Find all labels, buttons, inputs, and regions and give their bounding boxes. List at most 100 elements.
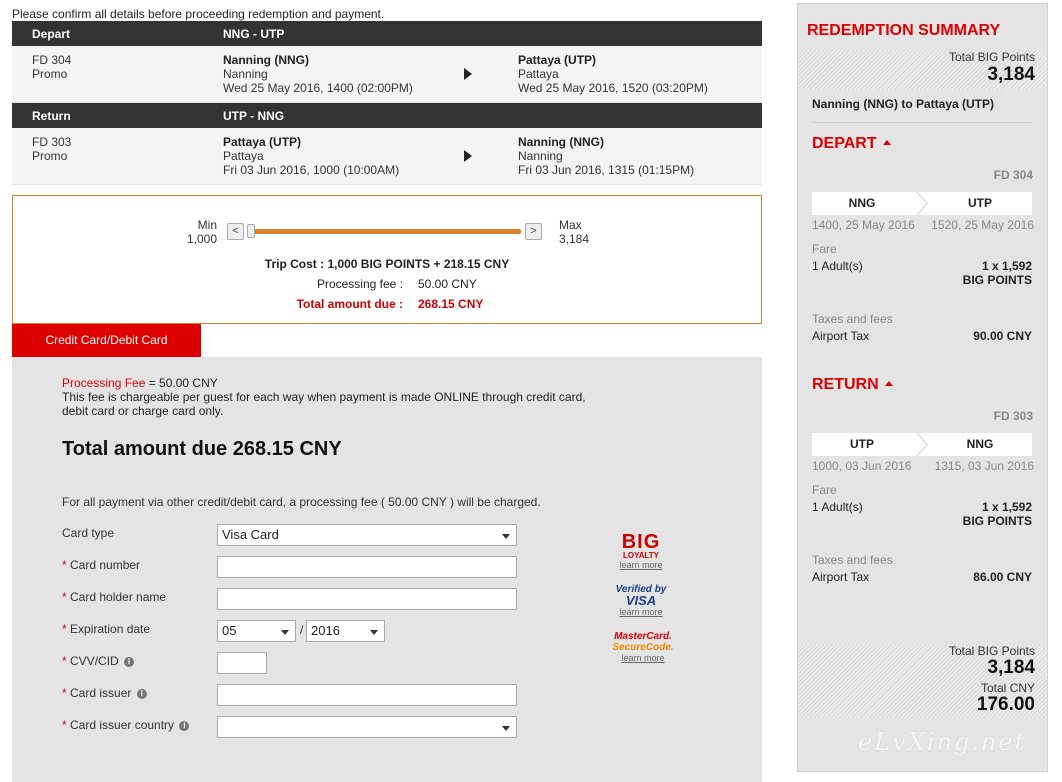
trip-cost: Trip Cost : 1,000 BIG POINTS + 218.15 CN… [264,257,510,271]
return-origin: Pattaya (UTP) Pattaya Fri 03 Jun 2016, 1… [223,135,399,177]
return-origin-code: Pattaya (UTP) [223,135,302,149]
divider [812,122,1032,123]
return-origin-city: Pattaya [223,149,264,163]
slider-min-value: 1,000 [186,232,217,246]
expiry-year-value: 2016 [311,623,340,638]
points-slider-track[interactable] [249,229,521,234]
chevron-down-icon [502,726,510,731]
depart-destination-code: Pattaya (UTP) [518,53,597,67]
processing-fee-title: Processing Fee [62,376,146,390]
summary-totals-box: Total BIG Points 3,184 Total CNY 176.00 [798,644,1047,718]
big-logo-text: BIG [621,531,661,553]
depart-route: NNG - UTP [223,27,285,41]
summary-return-toggle[interactable]: RETURN [812,376,893,394]
summary-depart-adult-label: 1 Adult(s) [812,259,863,273]
cvv-input[interactable] [217,652,267,674]
loyalty-logo-text: LOYALTY [622,551,659,560]
depart-origin-city: Nanning [223,67,268,81]
required-mark: * [62,622,67,636]
redemption-summary: REDEMPTION SUMMARY Total BIG Points 3,18… [797,3,1048,772]
cvv-label: * CVV/CID i [62,654,135,668]
intro-text: Please confirm all details before procee… [12,7,385,21]
card-type-select[interactable]: Visa Card [217,524,517,546]
return-flight-number: FD 303 [32,135,72,149]
depart-header: Depart NNG - UTP [12,21,762,46]
summary-depart-airport-tax-label: Airport Tax [812,329,870,343]
summary-return-adult-label: 1 Adult(s) [812,500,863,514]
processing-fee-label: Processing fee : [316,277,403,291]
points-slider-handle[interactable] [247,224,255,238]
visa-learn-more-link[interactable]: learn more [612,607,670,617]
summary-return-adult-points: 1 x 1,592 [981,500,1032,514]
expiration-label: * Expiration date [62,622,150,636]
slider-min: Min 1,000 [185,218,217,246]
caret-up-icon [882,140,891,145]
expiry-month-select[interactable]: 05 [217,620,296,642]
payment-panel: Processing Fee = 50.00 CNY This fee is c… [12,357,762,782]
processing-fee-amount: = 50.00 CNY [145,376,218,390]
summary-depart-flight: FD 304 [993,168,1033,182]
summary-return-adult-unit: BIG POINTS [962,514,1032,528]
card-holder-label-text: Card holder name [70,590,167,604]
summary-return-fare-label: Fare [812,483,837,497]
footer-big-points-label: Total BIG Points [948,644,1035,658]
card-number-label-text: Card number [70,558,141,572]
slider-max: Max 3,184 [559,218,589,246]
slider-max-label: Max [559,218,582,232]
watermark: eLvXing.net [858,728,1027,756]
arrow-right-icon [464,68,472,80]
expiry-year-select[interactable]: 2016 [306,620,385,642]
points-slider-panel: Min 1,000 < > Max 3,184 Trip Cost : 1,00… [12,195,762,324]
card-issuer-label-text: Card issuer [70,686,132,700]
summary-points-box: Total BIG Points 3,184 [798,50,1047,90]
depart-flight-info: FD 304 Promo [32,53,71,81]
depart-details: FD 304 Promo Nanning (NNG) Nanning Wed 2… [12,46,762,103]
card-number-input[interactable] [217,556,517,578]
summary-return-airport-tax-row: Airport Tax 86.00 CNY [812,570,1032,584]
return-destination: Nanning (NNG) Nanning Fri 03 Jun 2016, 1… [518,135,694,177]
tab-credit-card[interactable]: Credit Card/Debit Card [12,324,201,357]
mastercard-securecode-logo: MasterCard. SecureCode. learn more [612,631,674,663]
card-holder-input[interactable] [217,588,517,610]
summary-depart-taxes-label: Taxes and fees [812,312,893,326]
expiry-separator: / [300,623,304,637]
depart-origin: Nanning (NNG) Nanning Wed 25 May 2016, 1… [223,53,413,95]
return-route: UTP - NNG [223,109,285,123]
issuer-country-label-text: Card issuer country [70,718,175,732]
summary-depart-adult-points: 1 x 1,592 [981,259,1032,273]
info-icon[interactable]: i [179,721,190,731]
total-due-label: Total amount due : [296,297,403,311]
summary-depart-to: UTP [968,196,992,210]
depart-origin-code: Nanning (NNG) [223,53,309,67]
mastercard-learn-more-link[interactable]: learn more [612,653,674,663]
total-big-points-value: 3,184 [987,64,1035,85]
chevron-down-icon [502,534,510,539]
summary-title: REDEMPTION SUMMARY [807,22,1001,39]
return-destination-time: Fri 03 Jun 2016, 1315 (01:15PM) [518,163,695,177]
visa-text: VISA [625,593,657,608]
big-learn-more-link[interactable]: learn more [616,560,666,570]
cvv-label-text: CVV/CID [70,654,119,668]
summary-depart-adult-value: 1 x 1,592 BIG POINTS [963,259,1032,287]
info-icon[interactable]: i [124,657,135,667]
return-details: FD 303 Promo Pattaya (UTP) Pattaya Fri 0… [12,128,762,185]
slider-decrease-button[interactable]: < [227,223,244,240]
summary-return-airport-tax-value: 86.00 CNY [973,570,1032,584]
return-fare-type: Promo [32,149,68,163]
summary-return-title: RETURN [812,376,879,393]
issuer-country-select[interactable] [217,716,517,738]
issuer-country-label: * Card issuer country i [62,718,190,732]
card-issuer-label: * Card issuer i [62,686,147,700]
summary-depart-route-bar: NNG UTP [812,192,1032,215]
summary-depart-toggle[interactable]: DEPART [812,135,891,153]
info-icon[interactable]: i [136,689,147,699]
slider-increase-button[interactable]: > [525,223,542,240]
summary-depart-adult-row: 1 Adult(s) 1 x 1,592 BIG POINTS [812,259,1032,287]
summary-return-to-time: 1315, 03 Jun 2016 [934,459,1034,473]
depart-label: Depart [32,27,71,41]
securecode-text: SecureCode. [612,642,674,653]
card-issuer-input[interactable] [217,684,517,706]
mastercard-text: MasterCard. [614,631,672,642]
required-mark: * [62,590,67,604]
required-mark: * [62,686,67,700]
